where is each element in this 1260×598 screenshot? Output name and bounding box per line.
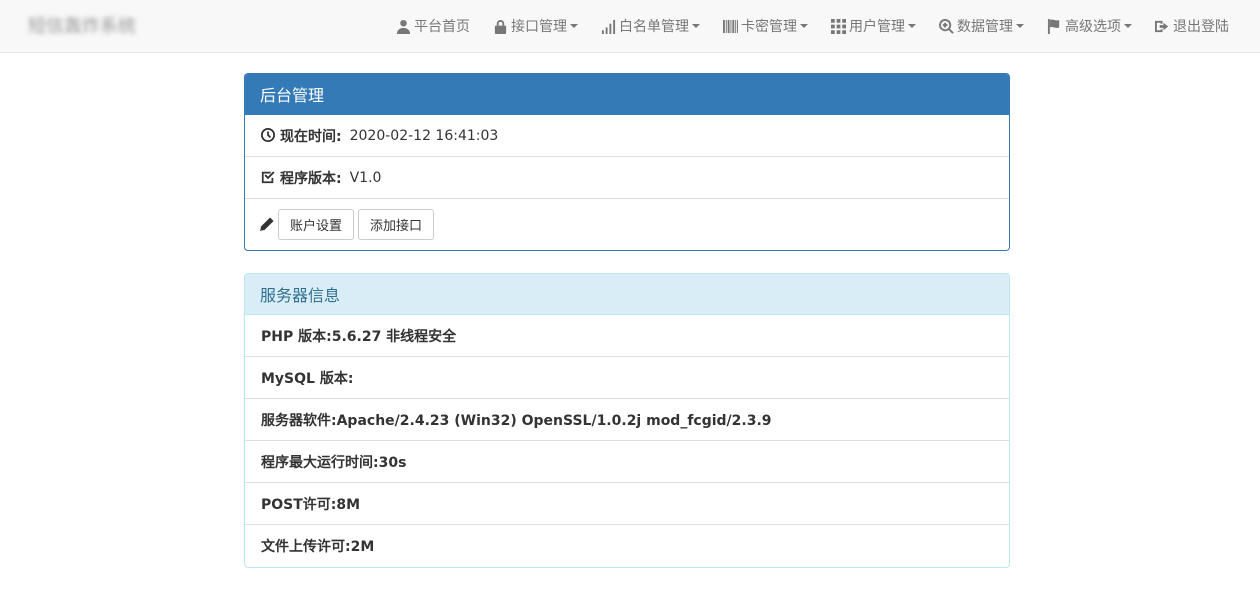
admin-panel: 后台管理 现在时间: 2020-02-12 16:41:03 程序版本: V1.… [244,73,1010,251]
lock-icon [492,18,508,34]
brand-title[interactable]: 短信轰炸系统 [28,12,136,38]
nav-label: 卡密管理 [741,19,797,35]
nav-item-advanced-options[interactable]: 高级选项 [1035,0,1143,52]
top-navbar: 短信轰炸系统 平台首页 接口管理 白名单管理 卡密管理 用户管理 数据管理 高级… [0,0,1260,53]
signal-icon [600,18,616,34]
server-info-title: 服务器信息 [245,274,1009,315]
add-api-button[interactable]: 添加接口 [358,209,435,240]
nav-label: 接口管理 [511,19,567,35]
nav-item-whitelist[interactable]: 白名单管理 [589,0,711,52]
post-limit-row: POST许可:8M [245,483,1009,525]
zoom-in-icon [938,18,954,34]
nav-label: 用户管理 [849,19,905,35]
check-square-icon [261,170,276,185]
log-out-icon [1154,18,1170,34]
grid-icon [830,18,846,34]
nav-item-home[interactable]: 平台首页 [384,0,481,52]
current-time-value: 2020-02-12 16:41:03 [349,127,499,144]
current-time-label: 现在时间: [280,128,342,145]
caret-down-icon [1016,24,1024,28]
caret-down-icon [570,24,578,28]
caret-down-icon [908,24,916,28]
nav-item-data-management[interactable]: 数据管理 [927,0,1035,52]
upload-limit-row: 文件上传许可:2M [261,539,375,555]
caret-down-icon [800,24,808,28]
user-icon [395,18,411,34]
version-row: 程序版本: V1.0 [245,157,1009,199]
clock-icon [261,128,276,143]
flag-icon [1046,18,1062,34]
mysql-version-row: MySQL 版本: [245,357,1009,399]
server-software-row: 服务器软件:Apache/2.4.23 (Win32) OpenSSL/1.0.… [245,399,1009,441]
barcode-icon [722,18,738,34]
caret-down-icon [692,24,700,28]
account-settings-button[interactable]: 账户设置 [278,209,355,240]
nav-item-card-management[interactable]: 卡密管理 [711,0,819,52]
nav-item-api-management[interactable]: 接口管理 [481,0,589,52]
version-label: 程序版本: [280,170,342,187]
pencil-icon [260,217,275,232]
nav-label: 退出登陆 [1173,19,1229,35]
nav-label: 高级选项 [1065,19,1121,35]
max-exec-time-row: 程序最大运行时间:30s [245,441,1009,483]
nav-label: 白名单管理 [619,19,689,35]
nav-item-user-management[interactable]: 用户管理 [819,0,927,52]
action-buttons-row: 账户设置 添加接口 [245,199,1009,250]
version-value: V1.0 [349,169,382,186]
current-time-row: 现在时间: 2020-02-12 16:41:03 [245,115,1009,157]
caret-down-icon [1124,24,1132,28]
nav-item-logout[interactable]: 退出登陆 [1143,0,1240,52]
nav-label: 数据管理 [957,19,1013,35]
nav-label: 平台首页 [414,19,470,35]
php-version-row: PHP 版本:5.6.27 非线程安全 [245,315,1009,357]
admin-panel-title: 后台管理 [245,74,1009,115]
server-info-panel: 服务器信息 PHP 版本:5.6.27 非线程安全 MySQL 版本: 服务器软… [244,273,1010,568]
main-nav: 平台首页 接口管理 白名单管理 卡密管理 用户管理 数据管理 高级选项 退出登陆 [384,0,1260,52]
